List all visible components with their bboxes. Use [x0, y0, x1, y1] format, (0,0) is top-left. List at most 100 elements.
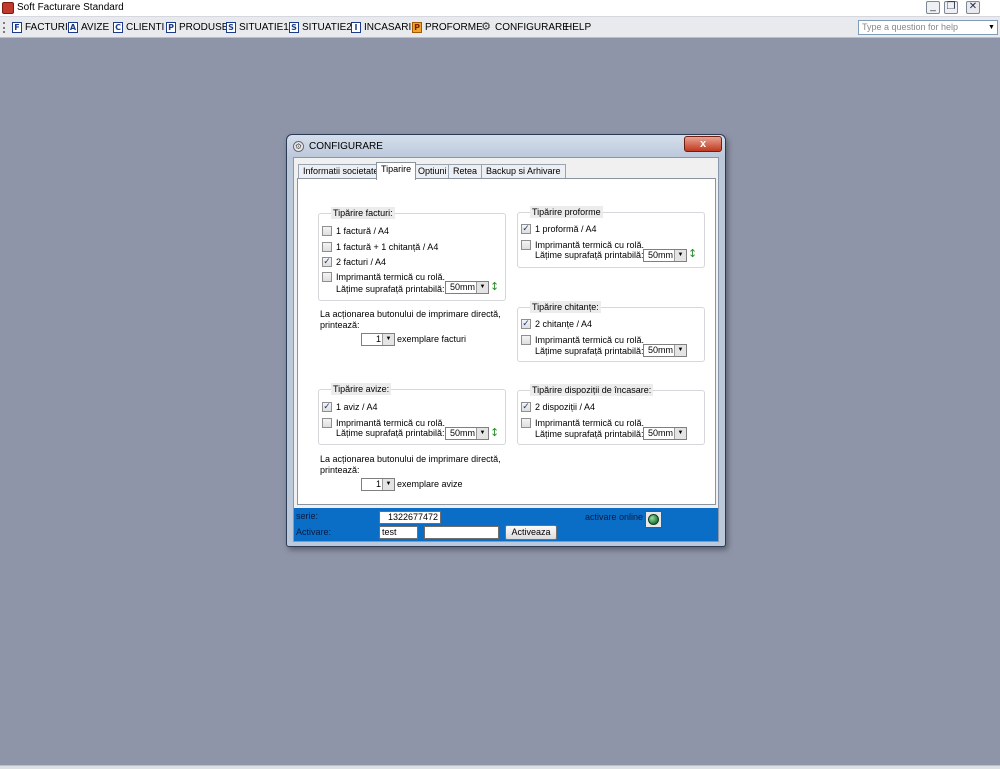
proforme-option-1[interactable]: ✓ 1 proformă / A4 — [521, 224, 597, 234]
activare-value: test — [382, 527, 397, 537]
avize-width-select[interactable]: 50mm ▼ — [445, 427, 489, 440]
menu-configurare[interactable]: ⚙ CONFIGURARE — [480, 20, 569, 35]
chevron-down-icon[interactable]: ▼ — [476, 282, 488, 293]
menu-situatie2[interactable]: S SITUATIE2 — [289, 20, 352, 35]
chevron-down-icon[interactable]: ▼ — [674, 428, 686, 439]
checkbox[interactable] — [322, 226, 332, 236]
menu-produse[interactable]: P PRODUSE — [166, 20, 228, 35]
menu-proforme-label: PROFORME — [425, 22, 483, 33]
facturi-width-value: 50mm — [449, 282, 475, 292]
app-title-bar: Soft Facturare Standard _ ❐ ✕ — [0, 0, 1000, 17]
chevron-down-icon[interactable]: ▼ — [674, 345, 686, 356]
chevron-down-icon[interactable]: ▼ — [987, 22, 996, 33]
chitante-option-1[interactable]: ✓ 2 chitanțe / A4 — [521, 319, 592, 329]
activare-field[interactable]: test — [379, 526, 418, 539]
activare-online-button[interactable] — [645, 511, 662, 528]
facturi-option-4[interactable]: Imprimantă termică cu rolă. — [322, 272, 445, 282]
chevron-down-icon[interactable]: ▼ — [382, 334, 394, 345]
close-app-icon[interactable]: ✕ — [966, 1, 980, 14]
minimize-icon[interactable]: _ — [926, 1, 940, 14]
dispozitii-option-1-label: 2 dispoziții / A4 — [535, 402, 596, 412]
menu-clienti[interactable]: C CLIENTI — [113, 20, 164, 35]
tab-retea[interactable]: Retea — [448, 164, 483, 179]
tab-tiparire[interactable]: Tiparire — [376, 162, 417, 180]
menu-situatie1[interactable]: S SITUATIE1 — [226, 20, 289, 35]
avize-icon: A — [68, 22, 78, 33]
avize-width-label: Lățime suprafață printabilă: — [336, 428, 445, 438]
dispozitii-option-1[interactable]: ✓ 2 dispoziții / A4 — [521, 402, 595, 412]
checkbox[interactable] — [322, 242, 332, 252]
checkbox-checked[interactable]: ✓ — [521, 224, 531, 234]
tab-backup-arhivare[interactable]: Backup si Arhivare — [481, 164, 566, 179]
tiparire-tab-page: Tipărire facturi: 1 factură / A4 1 factu… — [297, 178, 716, 505]
checkbox-checked[interactable]: ✓ — [322, 257, 332, 267]
menu-incasari[interactable]: I INCASARI — [351, 20, 411, 35]
checkbox-checked[interactable]: ✓ — [322, 402, 332, 412]
facturi-option-2[interactable]: 1 factură + 1 chitanță / A4 — [322, 242, 438, 252]
menu-configurare-label: CONFIGURARE — [495, 22, 569, 33]
avize-option-2-label: Imprimantă termică cu rolă. — [336, 418, 446, 428]
dispozitii-group: Tipărire dispoziții de încasare: ✓ 2 dis… — [517, 384, 705, 445]
resize-icon: ↕ — [490, 426, 500, 439]
chevron-down-icon[interactable]: ▼ — [476, 428, 488, 439]
checkbox[interactable] — [322, 272, 332, 282]
facturi-option-1-label: 1 factură / A4 — [336, 226, 390, 236]
direct-print-facturi-line1: La acționarea butonului de imprimare dir… — [320, 309, 501, 319]
menu-help-label: HELP — [565, 22, 592, 33]
dialog-title-bar[interactable]: ⚙ CONFIGURARE x — [287, 135, 725, 157]
dispozitii-width-select[interactable]: 50mm ▼ — [643, 427, 687, 440]
chevron-down-icon[interactable]: ▼ — [674, 250, 686, 261]
restore-icon[interactable]: ❐ — [944, 1, 958, 14]
close-button[interactable]: x — [684, 136, 722, 152]
chitante-option-2-label: Imprimantă termică cu rolă. — [535, 335, 645, 345]
menu-proforme[interactable]: P PROFORME — [412, 20, 483, 35]
dispozitii-width-label: Lățime suprafață printabilă: — [535, 429, 644, 439]
menu-bar: F FACTURI A AVIZE C CLIENTI P PRODUSE S … — [0, 17, 1000, 38]
activare-code-field[interactable] — [424, 526, 499, 539]
serie-field[interactable]: 1322677472 — [379, 511, 441, 524]
proforme-option-2[interactable]: Imprimantă termică cu rolă. — [521, 240, 644, 250]
menu-situatie2-label: SITUATIE2 — [302, 22, 352, 33]
activeaza-button[interactable]: Activeaza — [505, 525, 557, 540]
avize-copies-value: 1 — [375, 479, 381, 489]
serie-value: 1322677472 — [387, 512, 438, 522]
app-logo-icon — [2, 2, 14, 14]
checkbox[interactable] — [521, 418, 531, 428]
menu-facturi[interactable]: F FACTURI — [12, 20, 68, 35]
checkbox[interactable] — [521, 335, 531, 345]
menu-avize[interactable]: A AVIZE — [68, 20, 109, 35]
tab-informatii-societate[interactable]: Informatii societate — [298, 164, 384, 179]
produse-icon: P — [166, 22, 176, 33]
help-search-input[interactable]: Type a question for help ▼ — [858, 20, 998, 35]
checkbox[interactable] — [322, 418, 332, 428]
avize-copies-suffix: exemplare avize — [397, 479, 463, 489]
facturi-option-1[interactable]: 1 factură / A4 — [322, 226, 389, 236]
dispozitii-option-2[interactable]: Imprimantă termică cu rolă. — [521, 418, 644, 428]
toolbar-grip[interactable] — [3, 22, 5, 33]
chitante-option-2[interactable]: Imprimantă termică cu rolă. — [521, 335, 644, 345]
facturi-option-3[interactable]: ✓ 2 facturi / A4 — [322, 257, 386, 267]
globe-icon — [648, 514, 659, 525]
avize-option-2[interactable]: Imprimantă termică cu rolă. — [322, 418, 445, 428]
proforme-group: Tipărire proforme ✓ 1 proformă / A4 Impr… — [517, 206, 705, 268]
tab-optiuni[interactable]: Optiuni — [413, 164, 452, 179]
avize-copies-select[interactable]: 1 ▼ — [361, 478, 395, 491]
resize-icon: ↕ — [688, 247, 698, 260]
activare-online-label: activare online — [585, 512, 644, 522]
proforme-width-label: Lățime suprafață printabilă: — [535, 250, 644, 260]
proforme-width-select[interactable]: 50mm ▼ — [643, 249, 687, 262]
clienti-icon: C — [113, 22, 123, 33]
help-placeholder: Type a question for help — [862, 22, 959, 32]
facturi-width-select[interactable]: 50mm ▼ — [445, 281, 489, 294]
chitante-width-select[interactable]: 50mm ▼ — [643, 344, 687, 357]
chevron-down-icon[interactable]: ▼ — [382, 479, 394, 490]
checkbox[interactable] — [521, 240, 531, 250]
facturi-option-3-label: 2 facturi / A4 — [336, 257, 387, 267]
menu-help[interactable]: HELP — [565, 20, 591, 35]
avize-option-1[interactable]: ✓ 1 aviz / A4 — [322, 402, 378, 412]
activare-label: Activare: — [296, 527, 332, 537]
facturi-copies-select[interactable]: 1 ▼ — [361, 333, 395, 346]
checkbox-checked[interactable]: ✓ — [521, 402, 531, 412]
checkbox-checked[interactable]: ✓ — [521, 319, 531, 329]
avize-group-title: Tipărire avize: — [331, 383, 392, 395]
